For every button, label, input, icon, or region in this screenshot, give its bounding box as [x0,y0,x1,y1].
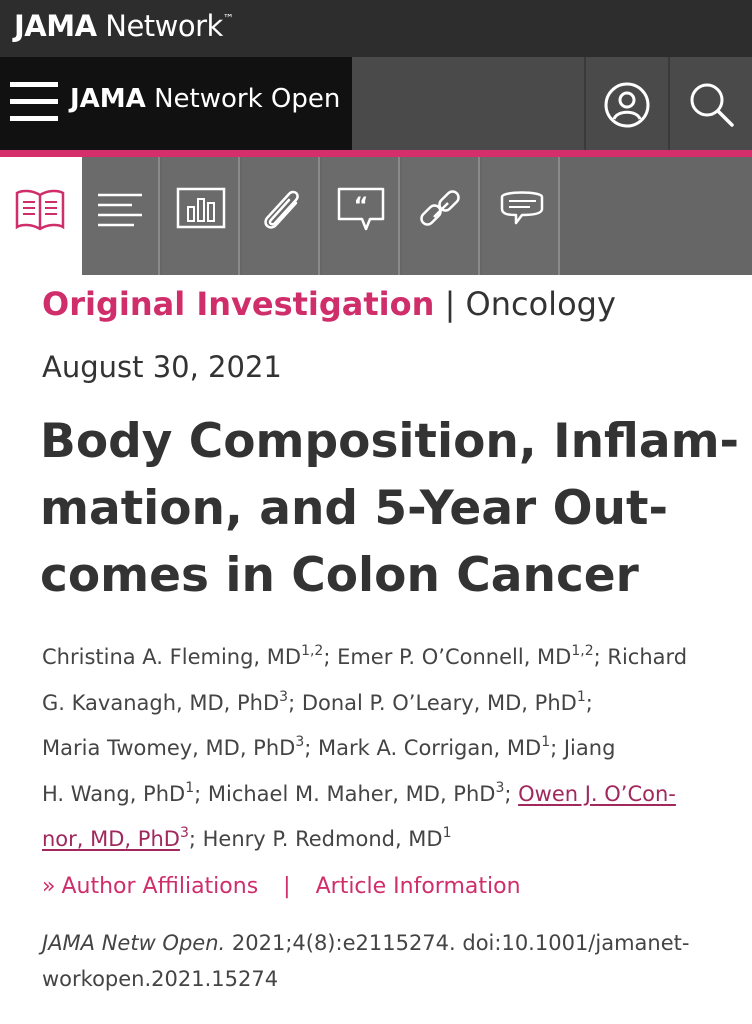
article-type[interactable]: Original Investigation [42,285,434,323]
jama-network-logo[interactable]: JAMA Network™ [14,9,234,43]
article-information-link[interactable]: Article Information [316,874,521,899]
double-chevron-icon: » [42,874,56,899]
account-button[interactable] [584,57,666,150]
author-name[interactable]: ; Mark A. Corrigan, MD [304,736,541,760]
author-profile-link[interactable]: Owen J. O’Con- [518,782,676,806]
author-name[interactable]: ; Michael M. Maher, MD, PhD [194,782,495,806]
article-subject[interactable]: Oncology [466,285,616,323]
search-icon [690,83,734,127]
related-link-icon [420,190,460,226]
author-name[interactable]: G. Kavanagh, MD, PhD [42,691,279,715]
svg-text:“: “ [354,194,368,219]
user-icon [604,82,650,128]
author-name[interactable]: ; Henry P. Redmond, MD [189,827,443,851]
article-category: Original Investigation | Oncology [42,285,616,323]
article-title: Body Composition, Inflam- mation, and 5-… [40,414,740,603]
article-book-icon [15,189,65,231]
publication-date: August 30, 2021 [42,350,282,384]
supplement-paperclip-icon [264,190,299,229]
journal-header: JAMA Network Open [0,57,752,150]
links-divider: | [283,874,291,899]
tab-comments[interactable]: “ [322,157,400,275]
article-tab-bar: “ [0,157,752,275]
author-name[interactable]: ; Donal P. O’Leary, MD, PhD [288,691,577,715]
author-affiliations-link[interactable]: Author Affiliations [61,874,258,899]
comments-quote-icon: “ [337,187,385,231]
search-button[interactable] [668,57,750,150]
author-name[interactable]: H. Wang, PhD [42,782,185,806]
accent-stripe [0,150,752,157]
author-list: Christina A. Fleming, MD1,2; Emer P. O’C… [42,643,688,851]
article-citation: JAMA Netw Open. 2021;4(8):e2115274. doi:… [42,931,690,991]
category-separator: | [444,285,456,323]
article-info-links: » Author Affiliations | Article Informati… [42,874,521,899]
discussion-chat-icon [500,191,544,225]
author-name[interactable]: ; Richard [594,645,688,669]
tab-figures[interactable] [162,157,240,275]
journal-brand-area: JAMA Network Open [0,57,352,150]
figures-chart-icon [176,187,226,229]
tab-discussion[interactable] [482,157,560,275]
outline-list-icon [98,193,142,227]
network-header: JAMA Network™ [0,0,752,57]
journal-title[interactable]: JAMA Network Open [70,84,340,114]
author-name[interactable]: Christina A. Fleming, MD [42,645,301,669]
tab-outline[interactable] [82,157,160,275]
tab-related[interactable] [402,157,480,275]
author-name[interactable]: ; Jiang [550,736,615,760]
author-name[interactable]: ; Emer P. O’Connell, MD [323,645,571,669]
menu-hamburger-icon[interactable] [10,82,58,122]
tab-article[interactable] [0,157,82,275]
tab-supplemental[interactable] [242,157,320,275]
author-profile-link[interactable]: nor, MD, PhD [42,827,180,851]
author-name[interactable]: Maria Twomey, MD, PhD [42,736,295,760]
citation-journal: JAMA Netw Open. [42,931,226,955]
